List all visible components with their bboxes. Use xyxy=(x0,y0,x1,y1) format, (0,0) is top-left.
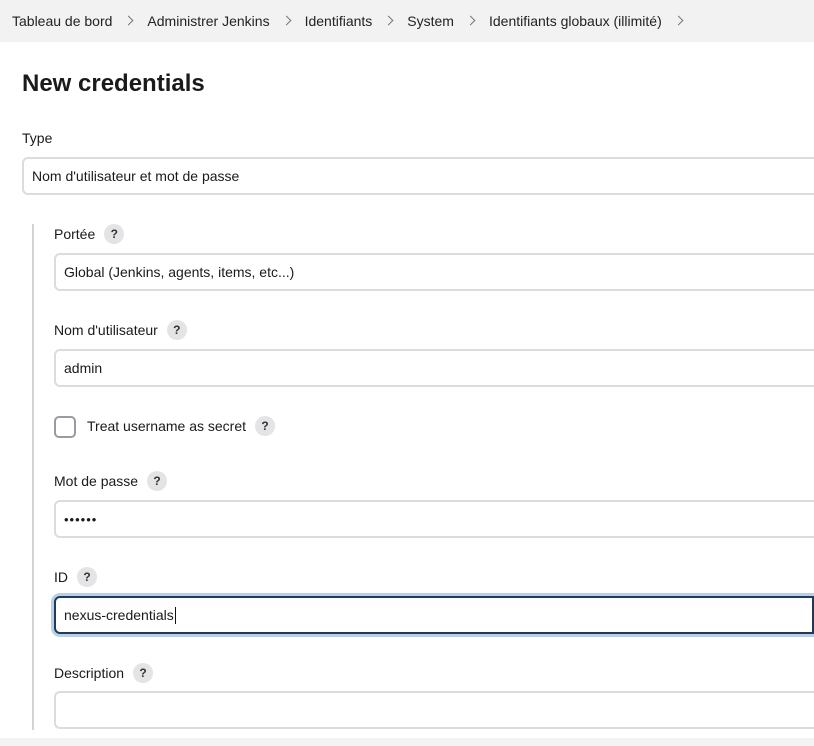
id-label: ID ? xyxy=(54,567,97,587)
breadcrumb-item-credentials[interactable]: Identifiants xyxy=(305,13,373,29)
page-title: New credentials xyxy=(22,70,205,97)
password-input[interactable]: •••••• xyxy=(54,500,814,538)
id-label-text: ID xyxy=(54,569,68,585)
chevron-right-icon[interactable] xyxy=(281,15,292,25)
help-icon[interactable]: ? xyxy=(255,416,275,436)
treat-username-secret-checkbox[interactable] xyxy=(54,416,76,438)
scope-select[interactable]: Global (Jenkins, agents, items, etc...) xyxy=(54,253,814,291)
id-input-value: nexus-credentials xyxy=(64,607,174,623)
chevron-right-icon[interactable] xyxy=(123,15,134,25)
help-icon[interactable]: ? xyxy=(104,224,125,244)
chevron-right-icon[interactable] xyxy=(465,15,476,25)
help-icon[interactable]: ? xyxy=(77,567,97,587)
breadcrumb-item-dashboard[interactable]: Tableau de bord xyxy=(12,13,112,29)
treat-username-secret-label[interactable]: Treat username as secret ? xyxy=(87,416,275,436)
id-input[interactable]: nexus-credentials xyxy=(54,596,814,634)
description-label-text: Description xyxy=(54,665,125,681)
breadcrumb-item-global-credentials[interactable]: Identifiants globaux (illimité) xyxy=(489,13,662,29)
scope-select-value: Global (Jenkins, agents, items, etc...) xyxy=(64,264,295,280)
treat-username-secret-label-text: Treat username as secret xyxy=(87,418,246,434)
password-input-value: •••••• xyxy=(64,511,98,527)
username-input[interactable]: admin xyxy=(54,349,814,387)
text-cursor xyxy=(174,606,176,624)
type-select[interactable]: Nom d'utilisateur et mot de passe xyxy=(22,157,814,195)
description-label: Description ? xyxy=(54,663,154,683)
bottom-strip xyxy=(0,738,814,746)
nested-section-divider xyxy=(32,224,34,730)
breadcrumb: Tableau de bord Administrer Jenkins Iden… xyxy=(0,0,814,42)
type-label-text: Type xyxy=(22,130,53,146)
password-label-text: Mot de passe xyxy=(54,473,139,489)
help-icon[interactable]: ? xyxy=(166,320,187,340)
chevron-right-icon[interactable] xyxy=(383,15,394,25)
description-input[interactable] xyxy=(54,691,814,729)
help-icon[interactable]: ? xyxy=(147,471,168,491)
username-input-value: admin xyxy=(64,360,103,376)
chevron-right-icon[interactable] xyxy=(673,15,684,25)
scope-label: Portée ? xyxy=(54,224,125,244)
password-label: Mot de passe ? xyxy=(54,471,168,491)
type-select-value: Nom d'utilisateur et mot de passe xyxy=(32,168,240,184)
help-icon[interactable]: ? xyxy=(133,663,154,683)
breadcrumb-item-manage-jenkins[interactable]: Administrer Jenkins xyxy=(147,13,269,29)
username-label: Nom d'utilisateur ? xyxy=(54,320,187,340)
breadcrumb-item-system[interactable]: System xyxy=(407,13,454,29)
type-label: Type xyxy=(22,130,52,146)
username-label-text: Nom d'utilisateur xyxy=(54,322,158,338)
scope-label-text: Portée xyxy=(54,226,96,242)
